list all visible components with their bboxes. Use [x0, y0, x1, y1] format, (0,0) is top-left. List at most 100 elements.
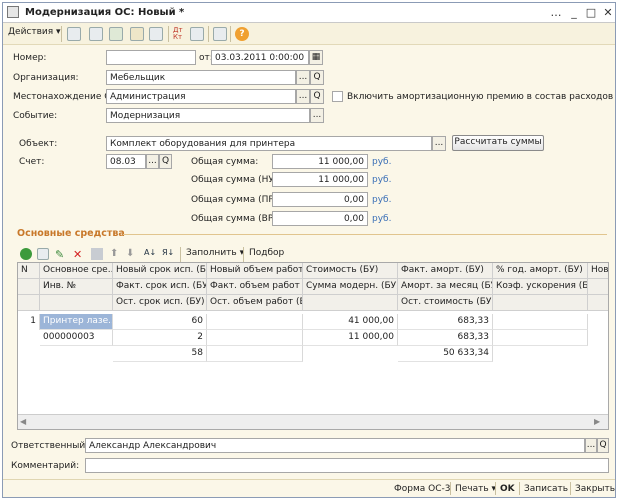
- account-select-button[interactable]: ...: [146, 154, 159, 169]
- copy-row-icon[interactable]: [37, 248, 49, 260]
- col-header-cost[interactable]: Стоимость (БУ): [303, 263, 398, 279]
- cell-new-term[interactable]: 60: [113, 314, 207, 330]
- org-field[interactable]: Мебельщик: [106, 70, 296, 85]
- sum-pr-field[interactable]: 0,00: [272, 192, 368, 207]
- col-header-fact-term[interactable]: Факт. срок исп. (БУ): [113, 279, 207, 295]
- sum-vr-field[interactable]: 0,00: [272, 211, 368, 226]
- col-header-n[interactable]: N: [18, 263, 40, 279]
- org-select-button[interactable]: ...: [296, 70, 310, 85]
- edit-icon[interactable]: ✎: [55, 248, 64, 262]
- cell-inv[interactable]: 000000003: [40, 330, 113, 346]
- refresh-icon[interactable]: [109, 27, 123, 41]
- location-field[interactable]: Администрация: [106, 89, 296, 104]
- assets-table[interactable]: N Основное сре... Новый срок исп. (БУ) Н…: [17, 262, 609, 430]
- col-header-new-volume[interactable]: Новый объем работ...: [207, 263, 303, 279]
- move-up-icon[interactable]: ⬆: [110, 248, 118, 262]
- col-header-more[interactable]: Нов: [588, 263, 608, 279]
- col-header-year-amort[interactable]: % год. аморт. (БУ): [493, 263, 588, 279]
- cell-new-volume[interactable]: [207, 314, 303, 330]
- sum-nu-field[interactable]: 11 000,00: [272, 172, 368, 187]
- location-search-icon[interactable]: Q: [310, 89, 324, 104]
- number-field[interactable]: [106, 50, 196, 65]
- org-search-icon[interactable]: Q: [310, 70, 324, 85]
- object-select-button[interactable]: ...: [432, 136, 446, 151]
- footer-separator: [495, 482, 496, 495]
- event-label: Событие:: [13, 111, 58, 121]
- sort-asc-icon[interactable]: A↓: [144, 248, 156, 262]
- col-header-modern-sum[interactable]: Сумма модерн. (БУ): [303, 279, 398, 295]
- cell-monthly-amort[interactable]: 683,33: [398, 330, 493, 346]
- more-icon[interactable]: …: [549, 6, 563, 19]
- toolbar-separator: [208, 26, 209, 42]
- save-button[interactable]: Записать: [524, 484, 568, 494]
- location-select-button[interactable]: ...: [296, 89, 310, 104]
- move-down-icon[interactable]: ⬇: [126, 248, 134, 262]
- cell-rest-volume[interactable]: [207, 346, 303, 362]
- event-field[interactable]: Модернизация: [106, 108, 310, 123]
- cell-year-amort[interactable]: [493, 314, 588, 330]
- horizontal-scrollbar[interactable]: ◀ ▶: [18, 414, 608, 429]
- cell-n[interactable]: 1: [18, 314, 40, 330]
- col-header-accel[interactable]: Коэф. ускорения (БУ): [493, 279, 588, 295]
- sort-desc-icon[interactable]: Я↓: [162, 248, 174, 262]
- close-form-button[interactable]: Закрыть: [575, 484, 615, 494]
- unpost-icon[interactable]: [89, 27, 103, 41]
- list-icon[interactable]: [213, 27, 227, 41]
- cell-cost[interactable]: 41 000,00: [303, 314, 398, 330]
- event-select-button[interactable]: ...: [310, 108, 324, 123]
- col-header-inv[interactable]: Инв. №: [40, 279, 113, 295]
- add-icon[interactable]: [20, 248, 32, 260]
- scroll-right-icon[interactable]: ▶: [594, 417, 600, 426]
- col-header-rest-volume[interactable]: Ост. объем работ (Б...: [207, 295, 303, 311]
- cell-accel[interactable]: [493, 330, 588, 346]
- copy-icon[interactable]: [149, 27, 163, 41]
- create-based-icon[interactable]: [130, 27, 144, 41]
- col-header-fact-amort[interactable]: Факт. аморт. (БУ): [398, 263, 493, 279]
- include-bonus-checkbox[interactable]: [332, 91, 343, 102]
- col-header-asset[interactable]: Основное сре...: [40, 263, 113, 279]
- col-header-fact-volume[interactable]: Факт. объем работ ...: [207, 279, 303, 295]
- scroll-left-icon[interactable]: ◀: [20, 417, 26, 426]
- col-header-new-term[interactable]: Новый срок исп. (БУ): [113, 263, 207, 279]
- maximize-button[interactable]: □: [584, 6, 598, 19]
- fill-menu[interactable]: Заполнить ▾: [186, 248, 244, 262]
- col-header-rest-cost[interactable]: Ост. стоимость (БУ): [398, 295, 493, 311]
- comment-field[interactable]: [85, 458, 609, 473]
- cell-rest-cost[interactable]: 50 633,34: [398, 346, 493, 362]
- post-icon[interactable]: [67, 27, 81, 41]
- responsible-label: Ответственный:: [11, 441, 89, 451]
- cell-fact-volume[interactable]: [207, 330, 303, 346]
- col-header-monthly-amort[interactable]: Аморт. за месяц (БУ): [398, 279, 493, 295]
- col-header-blank: [588, 279, 608, 295]
- cell-modern-sum[interactable]: 11 000,00: [303, 330, 398, 346]
- cell-fact-term[interactable]: 2: [113, 330, 207, 346]
- account-search-icon[interactable]: Q: [159, 154, 172, 169]
- footer-separator: [450, 482, 451, 495]
- minimize-button[interactable]: _: [567, 6, 581, 19]
- help-icon[interactable]: ?: [235, 27, 249, 41]
- col-header-rest-term[interactable]: Ост. срок исп. (БУ): [113, 295, 207, 311]
- calculate-sums-button[interactable]: Рассчитать суммы: [452, 135, 544, 151]
- ok-button[interactable]: OK: [500, 484, 515, 494]
- cell-asset[interactable]: Принтер лазе...: [40, 314, 113, 330]
- responsible-field[interactable]: Александр Александрович: [85, 438, 585, 453]
- form-os3-button[interactable]: Форма ОС-3: [394, 484, 450, 494]
- delete-icon[interactable]: ✕: [73, 248, 82, 262]
- sum-field[interactable]: 11 000,00: [272, 154, 368, 169]
- responsible-search-icon[interactable]: Q: [597, 438, 609, 453]
- toolbar-separator: [168, 26, 169, 42]
- dt-kt-icon[interactable]: Дт Кт: [173, 27, 183, 41]
- print-menu[interactable]: Печать ▾: [455, 484, 496, 494]
- cell-rest-term[interactable]: 58: [113, 346, 207, 362]
- end-edit-icon[interactable]: [91, 248, 103, 260]
- responsible-select-button[interactable]: ...: [585, 438, 597, 453]
- account-field[interactable]: 08.03: [106, 154, 146, 169]
- cell-fact-amort[interactable]: 683,33: [398, 314, 493, 330]
- close-button[interactable]: ✕: [601, 6, 615, 19]
- select-button[interactable]: Подбор: [249, 248, 284, 262]
- structure-icon[interactable]: [190, 27, 204, 41]
- actions-menu[interactable]: Действия ▾: [8, 27, 61, 41]
- calendar-icon[interactable]: ▦: [309, 50, 323, 65]
- object-field[interactable]: Комплект оборудования для принтера: [106, 136, 432, 151]
- date-field[interactable]: 03.03.2011 0:00:00: [211, 50, 309, 65]
